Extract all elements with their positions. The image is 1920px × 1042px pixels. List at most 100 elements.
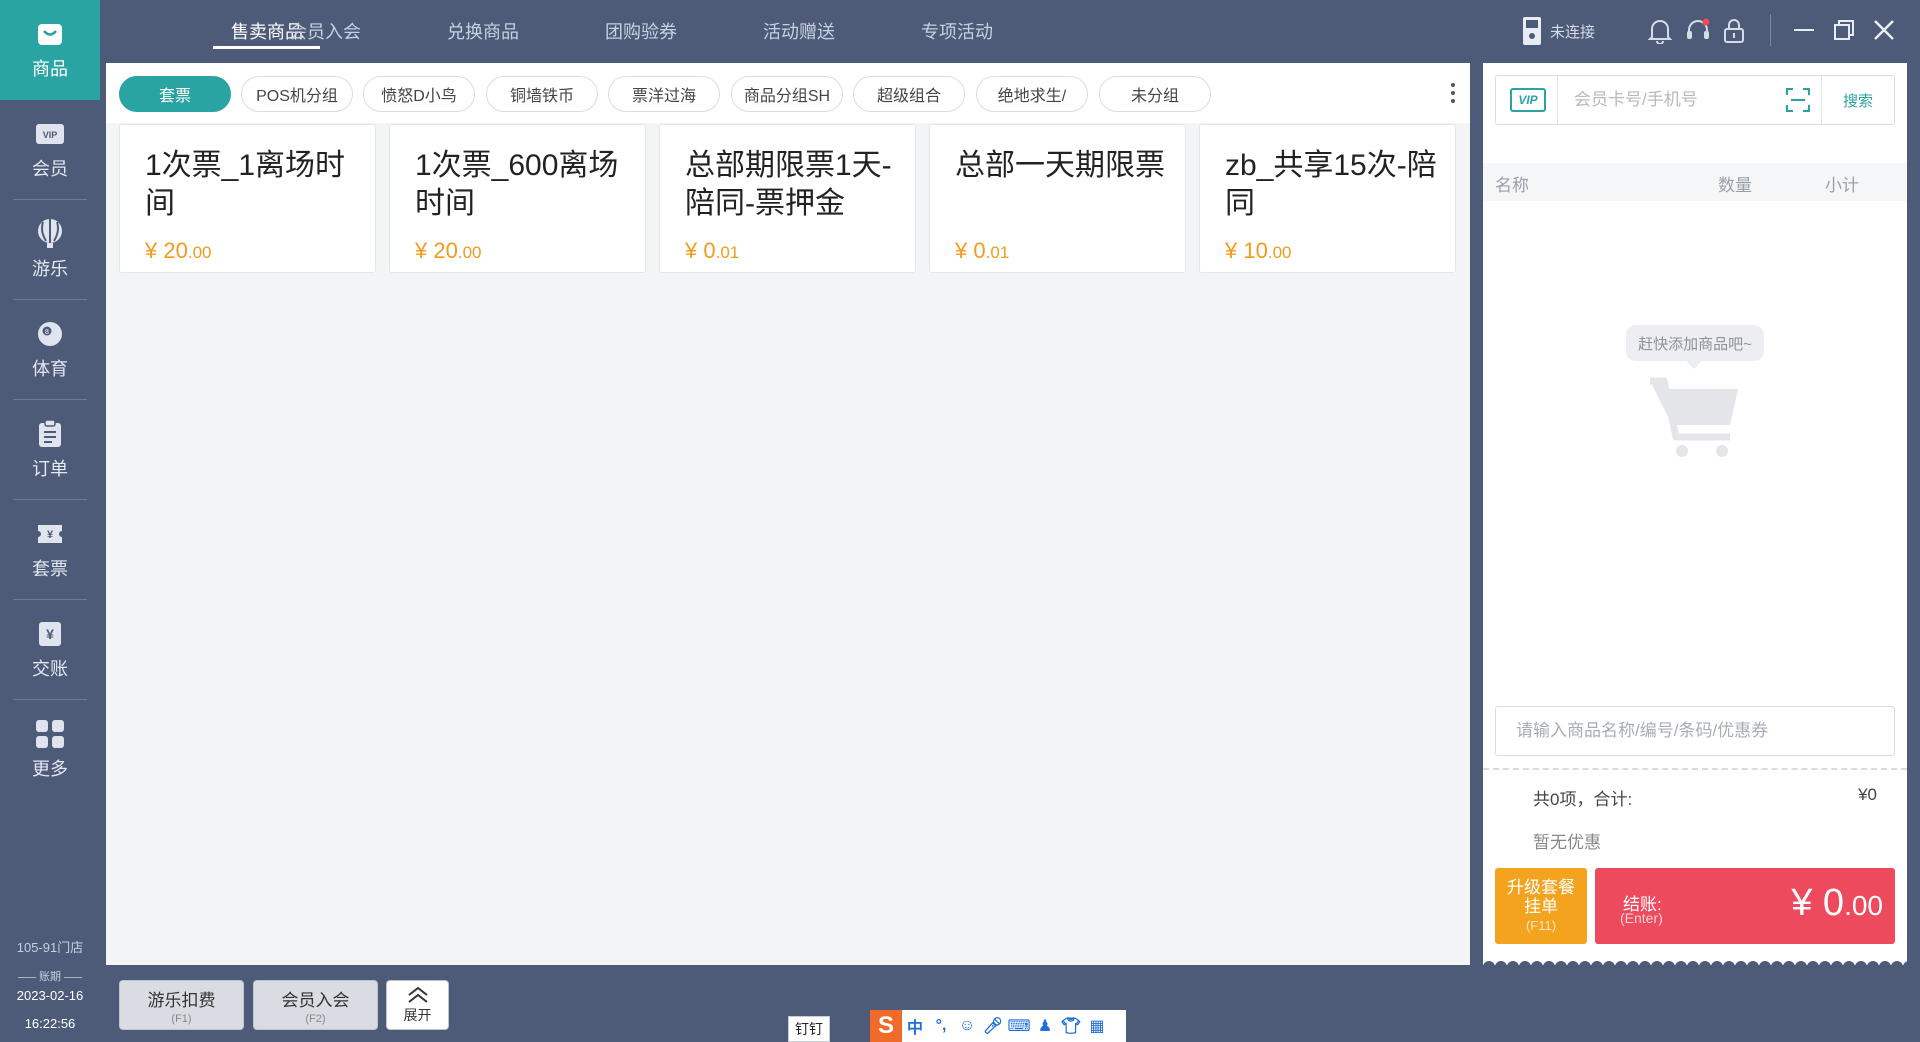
receipt-edge — [1483, 961, 1907, 967]
scan-icon[interactable] — [1786, 88, 1810, 112]
product-card[interactable]: 总部期限票1天-陪同-票押金 ¥ 0.01 — [659, 124, 916, 273]
member-join-button[interactable]: 会员入会 (F2) — [253, 980, 378, 1030]
emoji-icon[interactable]: ☺ — [954, 1017, 980, 1035]
sidebar-item-label: 会员 — [32, 159, 68, 179]
category-chip[interactable]: 票洋过海 — [608, 76, 720, 112]
column-quantity: 数量 — [1718, 176, 1752, 195]
sidebar-item-sports[interactable]: 8 体育 — [0, 300, 100, 400]
double-chevron-up-icon — [407, 986, 428, 1003]
tab-activity-gift[interactable]: 活动赠送 — [763, 18, 835, 44]
sidebar-item-orders[interactable]: 订单 — [0, 400, 100, 500]
microphone-icon[interactable]: 🎤︎ — [980, 1016, 1006, 1036]
empty-cart-message: 赶快添加商品吧~ — [1626, 325, 1764, 369]
divider — [1557, 76, 1558, 124]
product-price: ¥ 0.01 — [685, 238, 739, 264]
sidebar-item-member[interactable]: VIP 会员 — [0, 100, 100, 200]
amusement-charge-button[interactable]: 游乐扣费 (F1) — [119, 980, 244, 1030]
category-chip[interactable]: 商品分组SH — [731, 76, 843, 112]
device-status-text: 未连接 — [1550, 23, 1596, 41]
top-bar: 售卖商品 会员入会 兑换商品 团购验券 活动赠送 专项活动 未连接 — [100, 0, 1920, 62]
sidebar-item-label: 商品 — [32, 59, 68, 79]
support-headset-icon[interactable] — [1685, 18, 1711, 44]
svg-text:¥: ¥ — [47, 529, 54, 541]
button-label: 游乐扣费 — [147, 990, 216, 1010]
tab-redeem-goods[interactable]: 兑换商品 — [447, 18, 519, 44]
category-chip[interactable]: 铜墙铁币 — [486, 76, 598, 112]
sidebar-item-amusement[interactable]: 游乐 — [0, 200, 100, 300]
button-label: 会员入会 — [281, 990, 350, 1010]
price-int: 10 — [1243, 238, 1268, 263]
sidebar-item-label: 游乐 — [32, 259, 68, 279]
device-status[interactable]: 未连接 — [1522, 14, 1595, 48]
dingding-taskbar-item[interactable]: 钉钉 — [788, 1016, 830, 1042]
person-icon[interactable]: ♟ — [1032, 1016, 1058, 1036]
category-chip[interactable]: 绝地求生/ — [976, 76, 1088, 112]
skin-shirt-icon[interactable]: 👕︎ — [1058, 1016, 1084, 1036]
price-dec: .00 — [1267, 243, 1292, 262]
sidebar-item-label: 交账 — [32, 659, 68, 679]
sidebar-item-settlement[interactable]: ¥ 交账 — [0, 600, 100, 700]
tab-special-activity[interactable]: 专项活动 — [921, 18, 993, 44]
sidebar-item-label: 订单 — [32, 459, 68, 479]
ime-punctuation[interactable]: °, — [928, 1017, 954, 1035]
product-name: 1次票_1离场时间 — [145, 149, 346, 220]
ime-chinese-mode[interactable]: 中 — [902, 1014, 928, 1038]
hold-order-button[interactable]: 升级套餐 挂单 (F11) — [1495, 868, 1587, 944]
category-chip[interactable]: 超级组合 — [853, 76, 965, 112]
period-date: 2023-02-16 — [16, 988, 84, 1003]
vip-icon: VIP — [1510, 88, 1546, 112]
sidebar-item-package-ticket[interactable]: ¥ 套票 — [0, 500, 100, 600]
svg-text:VIP: VIP — [43, 130, 58, 140]
lock-icon[interactable] — [1723, 18, 1749, 44]
product-card[interactable]: 1次票_600离场时间 ¥ 20.00 — [389, 124, 646, 273]
checkout-dec: .00 — [1844, 890, 1883, 921]
toolbox-grid-icon[interactable]: ▦ — [1084, 1016, 1110, 1036]
currency-symbol: ¥ — [145, 238, 158, 263]
price-dec: .00 — [457, 243, 482, 262]
checkout-amount: ¥ 0.00 — [1791, 882, 1883, 925]
price-int: 0 — [973, 238, 986, 263]
category-chip[interactable]: 套票 — [119, 76, 231, 112]
keyboard-icon[interactable]: ⌨ — [1006, 1016, 1032, 1036]
category-bar: 套票 POS机分组 愤怒D小鸟 铜墙铁币 票洋过海 商品分组SH 超级组合 绝地… — [106, 63, 1470, 123]
checkout-shortcut: (Enter) — [1620, 910, 1663, 926]
tab-member-join[interactable]: 会员入会 — [289, 18, 361, 44]
bell-icon[interactable] — [1647, 18, 1674, 45]
billiard-ball-icon: 8 — [35, 319, 65, 349]
close-icon[interactable] — [1872, 18, 1898, 44]
member-search-input[interactable] — [1574, 88, 1774, 112]
left-sidebar: 商品 VIP 会员 游乐 8 体育 订单 ¥ 套票 ¥ 交账 更多 105-91… — [0, 0, 100, 1042]
shopping-bag-icon — [35, 19, 65, 49]
more-options-icon[interactable] — [1450, 83, 1456, 103]
product-price: ¥ 10.00 — [1225, 238, 1292, 264]
window-controls-divider — [1770, 14, 1771, 46]
expand-label: 展开 — [403, 1007, 432, 1023]
sogou-logo-icon: S — [870, 1010, 902, 1042]
category-chip[interactable]: POS机分组 — [241, 76, 353, 112]
sidebar-item-goods[interactable]: 商品 — [0, 0, 100, 100]
product-card[interactable]: 总部一天期限票 ¥ 0.01 — [929, 124, 1186, 273]
ime-toolbar[interactable]: S 中 °, ☺ 🎤︎ ⌨ ♟ 👕︎ ▦ — [870, 1010, 1126, 1042]
sidebar-item-more[interactable]: 更多 — [0, 700, 100, 800]
sidebar-item-label: 套票 — [32, 559, 68, 579]
search-button[interactable]: 搜索 — [1822, 76, 1894, 124]
expand-button[interactable]: 展开 — [386, 980, 449, 1030]
product-name: 1次票_600离场时间 — [415, 149, 619, 220]
store-name: 105-91门店 — [16, 940, 84, 955]
goods-search-input[interactable] — [1495, 706, 1895, 756]
category-chip[interactable]: 愤怒D小鸟 — [363, 76, 475, 112]
product-card[interactable]: 1次票_1离场时间 ¥ 20.00 — [119, 124, 376, 273]
hold-button-line1: 升级套餐 — [1507, 877, 1575, 897]
product-card[interactable]: zb_共享15次-陪同 ¥ 10.00 — [1199, 124, 1456, 273]
balloon-icon — [35, 219, 65, 249]
ticket-icon: ¥ — [35, 519, 65, 549]
restore-window-icon[interactable] — [1832, 18, 1858, 44]
tab-group-voucher[interactable]: 团购验券 — [605, 18, 677, 44]
checkout-button[interactable]: 结账: (Enter) ¥ 0.00 — [1595, 868, 1895, 944]
category-chip[interactable]: 未分组 — [1099, 76, 1211, 112]
button-shortcut: (F1) — [171, 1012, 192, 1025]
minimize-icon[interactable] — [1792, 18, 1818, 44]
button-shortcut: (F2) — [305, 1012, 326, 1025]
member-search: VIP 搜索 — [1495, 75, 1895, 125]
clock-time: 16:22:56 — [24, 1016, 76, 1031]
